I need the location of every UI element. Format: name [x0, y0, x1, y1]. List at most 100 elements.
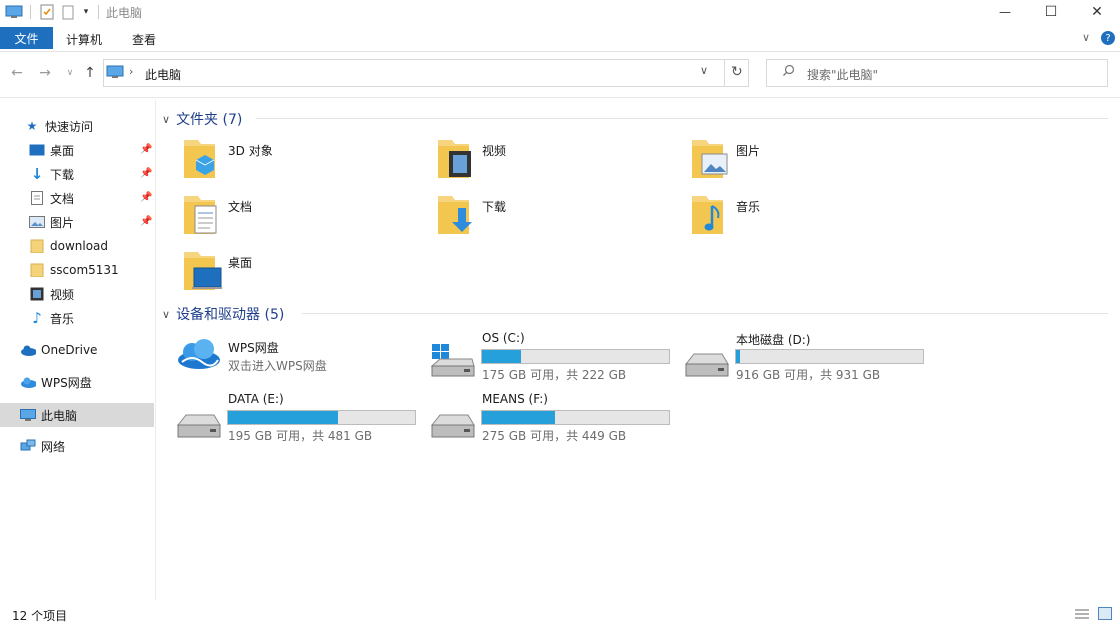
new-folder-icon[interactable]: [60, 3, 76, 21]
chevron-down-icon[interactable]: ∨: [1082, 31, 1090, 44]
properties-icon[interactable]: [38, 3, 56, 21]
picture-folder-icon: [692, 140, 728, 178]
sidebar-item-label: 快速访问: [45, 119, 94, 134]
divider: [724, 59, 725, 87]
sidebar-item-label: download: [50, 239, 109, 253]
folder-videos[interactable]: [436, 136, 474, 185]
drive-name: 本地磁盘 (D:): [736, 333, 811, 347]
folder-label: 文档: [228, 200, 253, 214]
drive-name: OS (C:): [482, 331, 525, 345]
folder-pictures[interactable]: [690, 136, 728, 185]
pin-icon[interactable]: 📌: [140, 168, 152, 179]
hard-drive-icon[interactable]: [684, 352, 730, 381]
hard-drive-icon[interactable]: [430, 413, 476, 442]
address-path[interactable]: 此电脑: [145, 66, 181, 83]
desktop-icon: [29, 143, 45, 157]
sidebar-item-network[interactable]: 网络: [0, 434, 154, 458]
address-dropdown-icon[interactable]: ∨: [700, 64, 708, 77]
pin-icon[interactable]: 📌: [140, 144, 152, 155]
sidebar-item-onedrive[interactable]: OneDrive: [0, 338, 154, 362]
status-item-count: 12 个项目: [12, 609, 68, 623]
tab-file[interactable]: 文件: [0, 27, 53, 49]
drive-free-space: 275 GB 可用，共 449 GB: [482, 429, 627, 443]
sidebar-item-pictures[interactable]: 图片 📌: [0, 210, 154, 234]
folder-documents[interactable]: [182, 192, 220, 241]
pane-splitter[interactable]: [155, 100, 156, 600]
maximize-button[interactable]: ☐: [1028, 0, 1074, 24]
folder-downloads[interactable]: [436, 192, 474, 241]
sidebar-item-documents[interactable]: 文档 📌: [0, 186, 154, 210]
devices-group-header[interactable]: ∨ 设备和驱动器 (5): [162, 304, 284, 324]
folder-label: 视频: [482, 144, 507, 158]
sidebar-item-label: 文档: [50, 191, 75, 206]
document-icon: [29, 191, 45, 205]
drive-name: DATA (E:): [228, 392, 284, 406]
customize-quick-access-icon[interactable]: ▾: [80, 3, 92, 21]
ribbon: [0, 25, 1120, 52]
drive-name: MEANS (F:): [482, 392, 548, 406]
network-icon: [20, 439, 36, 453]
windows-drive-icon[interactable]: [430, 344, 476, 381]
download-folder-icon: [438, 196, 472, 234]
tab-computer[interactable]: 计算机: [66, 31, 102, 48]
chevron-down-icon: ∨: [162, 112, 171, 126]
divider: [302, 313, 1108, 314]
sidebar-item-this-pc[interactable]: 此电脑: [0, 403, 154, 427]
pin-icon[interactable]: 📌: [140, 216, 152, 227]
sidebar-item-label: 图片: [50, 215, 75, 230]
close-button[interactable]: ✕: [1074, 0, 1120, 24]
desktop-folder-icon: [184, 252, 222, 290]
folder-desktop[interactable]: [182, 248, 222, 297]
sidebar-item-quick-access[interactable]: ★ 快速访问: [0, 114, 154, 138]
window-title: 此电脑: [106, 6, 143, 20]
sidebar-item-downloads[interactable]: ↓ 下载 📌: [0, 162, 154, 186]
document-folder-icon: [184, 196, 217, 234]
folder-3d-objects[interactable]: [182, 136, 220, 185]
tab-view[interactable]: 查看: [132, 31, 156, 48]
folder-label: 3D 对象: [228, 144, 273, 158]
sidebar-item-label: 网络: [41, 439, 66, 454]
computer-icon[interactable]: [4, 3, 24, 21]
sidebar-item-sscom5131[interactable]: sscom5131: [0, 258, 154, 282]
folder-music[interactable]: [690, 192, 728, 241]
cloud-icon: [20, 343, 36, 357]
sidebar-item-download-folder[interactable]: download: [0, 234, 154, 258]
sidebar-item-videos[interactable]: 视频: [0, 282, 154, 306]
folder-icon: [29, 263, 45, 277]
sidebar-item-label: 视频: [50, 287, 75, 302]
3d-objects-folder-icon: [184, 140, 215, 178]
drive-usage-bar: [735, 349, 924, 364]
group-title: 文件夹 (7): [176, 112, 243, 128]
hard-drive-icon[interactable]: [176, 413, 222, 442]
music-folder-icon: [692, 196, 723, 234]
sidebar-item-label: sscom5131: [50, 263, 119, 277]
divider: [98, 5, 99, 19]
pin-icon[interactable]: 📌: [140, 192, 152, 203]
folders-group-header[interactable]: ∨ 文件夹 (7): [162, 109, 242, 129]
divider: [0, 97, 1120, 98]
sidebar-item-music[interactable]: ♪ 音乐: [0, 306, 154, 330]
sidebar-item-desktop[interactable]: 桌面 📌: [0, 138, 154, 162]
help-icon[interactable]: ?: [1101, 31, 1115, 45]
large-icons-view-icon[interactable]: [1098, 607, 1112, 623]
details-view-icon[interactable]: [1074, 608, 1090, 623]
sidebar-item-label: 下载: [50, 167, 75, 182]
up-arrow-icon[interactable]: ↑: [80, 63, 100, 83]
sidebar-item-label: 音乐: [50, 311, 75, 326]
drive-free-space: 175 GB 可用，共 222 GB: [482, 368, 627, 382]
chevron-right-icon[interactable]: ›: [129, 65, 133, 78]
recent-locations-icon[interactable]: ∨: [60, 63, 80, 83]
search-icon: [782, 64, 795, 80]
address-bar[interactable]: [103, 59, 749, 87]
drive-free-space: 916 GB 可用，共 931 GB: [736, 368, 881, 382]
sidebar-item-wps[interactable]: WPS网盘: [0, 370, 154, 394]
forward-arrow-icon[interactable]: →: [35, 63, 55, 83]
drive-name: WPS网盘: [228, 341, 279, 355]
video-folder-icon: [438, 140, 471, 178]
minimize-button[interactable]: —: [982, 0, 1028, 24]
refresh-icon[interactable]: ↻: [731, 64, 743, 80]
title-bar: [0, 0, 1120, 24]
back-arrow-icon[interactable]: ←: [7, 63, 27, 83]
folder-icon: [29, 239, 45, 253]
wps-cloud-icon[interactable]: [176, 338, 222, 373]
